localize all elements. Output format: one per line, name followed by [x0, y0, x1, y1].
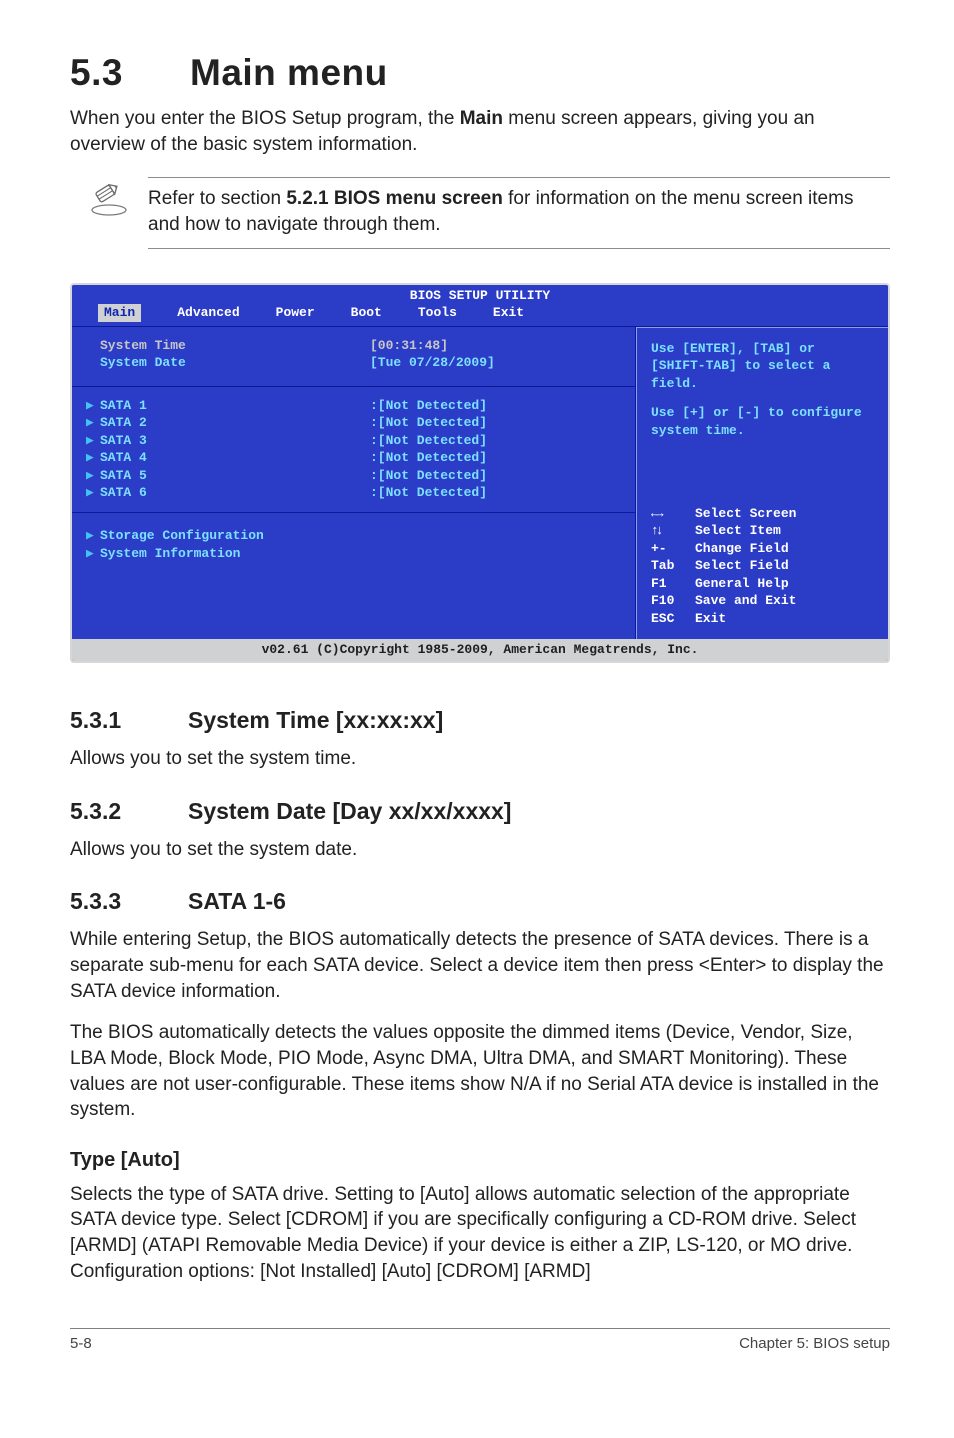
bios-screenshot: BIOS SETUP UTILITY Main Advanced Power Boot…	[70, 283, 890, 663]
bios-menu-bar: Main Advanced Power Boot Tools Exit	[72, 304, 888, 326]
section-532-heading: 5.3.2System Date [Day xx/xx/xxxx]	[70, 798, 890, 825]
bios-menu-exit: Exit	[493, 304, 524, 322]
bios-help2: Use [+] or [-] to configure system time.	[651, 404, 874, 439]
section-531-title: System Time [xx:xx:xx]	[188, 707, 443, 733]
page-title: 5.3Main menu	[70, 52, 890, 94]
bios-sata3-value: :[Not Detected]	[370, 432, 621, 450]
bios-sata6-label: SATA 6	[100, 484, 370, 502]
section-532-title: System Date [Day xx/xx/xxxx]	[188, 798, 511, 824]
bios-sata5-label: SATA 5	[100, 467, 370, 485]
bios-key-lr: ←→	[651, 505, 695, 523]
bios-help1: Use [ENTER], [TAB] or [SHIFT-TAB] to sel…	[651, 340, 874, 393]
bios-key-ud: ↑↓	[651, 522, 695, 540]
bios-sata4-label: SATA 4	[100, 449, 370, 467]
bios-system-time-value: [00:31:48]	[370, 337, 621, 355]
footer-page-number: 5-8	[70, 1335, 92, 1352]
bios-key-tab: Tab	[651, 557, 695, 575]
section-531-heading: 5.3.1System Time [xx:xx:xx]	[70, 707, 890, 734]
footer-rule	[70, 1328, 890, 1329]
section-533-heading: 5.3.3SATA 1-6	[70, 888, 890, 915]
bios-key-esc: ESC	[651, 610, 695, 628]
bios-system-date-value: [Tue 07/28/2009]	[370, 354, 621, 372]
bios-menu-power: Power	[276, 304, 315, 322]
bios-sata2-value: :[Not Detected]	[370, 414, 621, 432]
footer-chapter: Chapter 5: BIOS setup	[739, 1335, 890, 1352]
bios-key-f1: F1	[651, 575, 695, 593]
bios-menu-tools: Tools	[418, 304, 457, 322]
section-532-num: 5.3.2	[70, 798, 188, 825]
section-533-num: 5.3.3	[70, 888, 188, 915]
bios-sata4-value: :[Not Detected]	[370, 449, 621, 467]
bios-system-info: System Information	[100, 545, 370, 563]
bios-key-f1-text: General Help	[695, 576, 789, 591]
section-531-body: Allows you to set the system time.	[70, 746, 890, 772]
bios-system-date-label: System Date	[100, 354, 370, 372]
type-body: Selects the type of SATA drive. Setting …	[70, 1182, 890, 1285]
bios-sata2-label: SATA 2	[100, 414, 370, 432]
bios-menu-boot: Boot	[351, 304, 382, 322]
bios-key-lr-text: Select Screen	[695, 506, 796, 521]
bios-sata5-value: :[Not Detected]	[370, 467, 621, 485]
bios-key-pm-text: Change Field	[695, 541, 789, 556]
bios-system-time-label: System Time	[100, 337, 370, 355]
section-533-title: SATA 1-6	[188, 888, 286, 914]
bios-key-ud-text: Select Item	[695, 523, 781, 538]
section-532-body: Allows you to set the system date.	[70, 837, 890, 863]
section-533-p1: While entering Setup, the BIOS automatic…	[70, 927, 890, 1004]
intro-paragraph: When you enter the BIOS Setup program, t…	[70, 106, 890, 157]
bios-key-esc-text: Exit	[695, 611, 726, 626]
bios-key-tab-text: Select Field	[695, 558, 789, 573]
note-text: Refer to section 5.2.1 BIOS menu screen …	[148, 177, 890, 248]
bios-key-pm: +-	[651, 540, 695, 558]
bios-sata1-value: :[Not Detected]	[370, 397, 621, 415]
heading-number: 5.3	[70, 52, 190, 94]
bios-key-f10-text: Save and Exit	[695, 593, 796, 608]
bios-footer: v02.61 (C)Copyright 1985-2009, American …	[72, 639, 888, 661]
heading-title: Main menu	[190, 52, 388, 93]
type-heading: Type [Auto]	[70, 1149, 890, 1172]
note-block: Refer to section 5.2.1 BIOS menu screen …	[70, 177, 890, 248]
bios-key-help: ←→Select Screen ↑↓Select Item +-Change F…	[636, 497, 888, 640]
bios-menu-advanced: Advanced	[177, 304, 239, 322]
section-533-p2: The BIOS automatically detects the value…	[70, 1020, 890, 1123]
bios-title: BIOS SETUP UTILITY	[72, 285, 888, 305]
bios-sata3-label: SATA 3	[100, 432, 370, 450]
bios-sata6-value: :[Not Detected]	[370, 484, 621, 502]
bios-key-f10: F10	[651, 592, 695, 610]
section-531-num: 5.3.1	[70, 707, 188, 734]
bios-sata1-label: SATA 1	[100, 397, 370, 415]
note-pencil-icon	[88, 183, 130, 217]
bios-storage-config: Storage Configuration	[100, 527, 370, 545]
bios-menu-main: Main	[98, 304, 141, 322]
